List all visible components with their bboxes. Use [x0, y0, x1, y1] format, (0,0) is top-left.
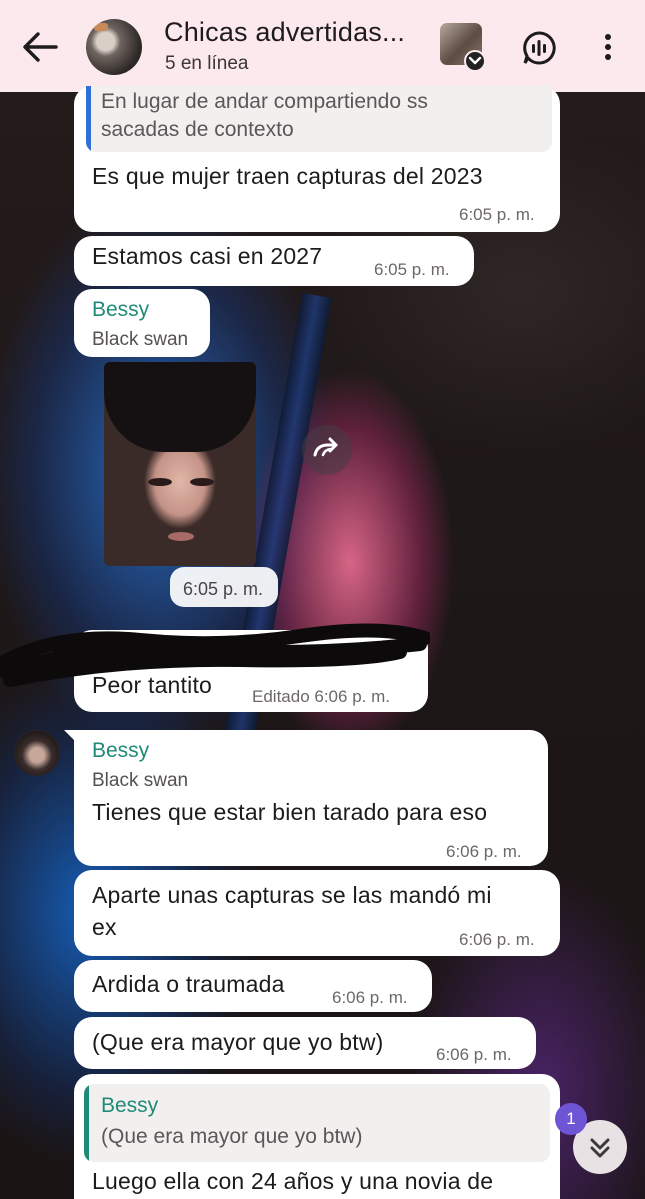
chevron-down-icon[interactable] — [464, 50, 486, 72]
group-avatar[interactable] — [86, 19, 142, 75]
message-time: 6:06 p. m. — [459, 930, 535, 949]
message-text: Luego ella con 24 años y una novia de — [92, 1168, 494, 1194]
sender-avatar[interactable] — [14, 730, 60, 776]
message-time: 6:06 p. m. — [436, 1045, 512, 1064]
photo-eye — [148, 478, 172, 486]
sender-name[interactable]: Bessy — [92, 739, 149, 763]
quoted-sender-name: Bessy — [101, 1094, 159, 1117]
photo-hair — [104, 362, 256, 452]
message-text: Ardida o traumada — [92, 971, 285, 997]
voice-chat-icon[interactable] — [521, 30, 557, 66]
message-time: 6:05 p. m. — [374, 260, 450, 279]
forward-icon[interactable] — [302, 425, 352, 475]
message-text-line1: Aparte unas capturas se las mandó mi — [92, 882, 492, 908]
message-time: 6:05 p. m. — [459, 205, 535, 224]
message-time: 6:06 p. m. — [446, 842, 522, 861]
online-count: 5 en línea — [165, 53, 249, 74]
more-options-icon[interactable] — [596, 30, 620, 64]
quoted-text-line1: En lugar de andar compartiendo ss — [101, 90, 428, 113]
shared-photo[interactable] — [104, 362, 256, 566]
quoted-text: (Que era mayor que yo btw) — [101, 1125, 363, 1148]
photo-eye — [190, 478, 214, 486]
message-time: 6:06 p. m. — [332, 988, 408, 1007]
message-text: Estamos casi en 2027 — [92, 243, 323, 269]
quoted-text-line2: sacadas de contexto — [101, 118, 294, 141]
unread-count-badge: 1 — [555, 1103, 587, 1135]
message-time: Editado 6:06 p. m. — [252, 687, 390, 706]
chat-title[interactable]: Chicas advertidas... — [164, 17, 405, 48]
quote-bar — [84, 1084, 89, 1162]
sender-title: Black swan — [92, 329, 189, 350]
message-text: (Que era mayor que yo btw) — [92, 1029, 384, 1055]
sender-name[interactable]: Bessy — [92, 298, 149, 322]
message-text: Es que mujer traen capturas del 2023 — [92, 163, 483, 189]
message-time: 6:05 p. m. — [183, 579, 264, 599]
message-text: Peor tantito — [92, 672, 213, 698]
sender-title: Black swan — [92, 770, 189, 791]
message-text: Tienes que estar bien tarado para eso — [92, 799, 488, 825]
quote-bar — [86, 86, 91, 152]
redaction-scribble — [0, 623, 430, 687]
chat-header: Chicas advertidas... 5 en línea — [0, 0, 645, 92]
message-text-line2: ex — [92, 914, 117, 940]
back-arrow-icon[interactable] — [20, 30, 60, 64]
photo-lips — [168, 532, 194, 541]
